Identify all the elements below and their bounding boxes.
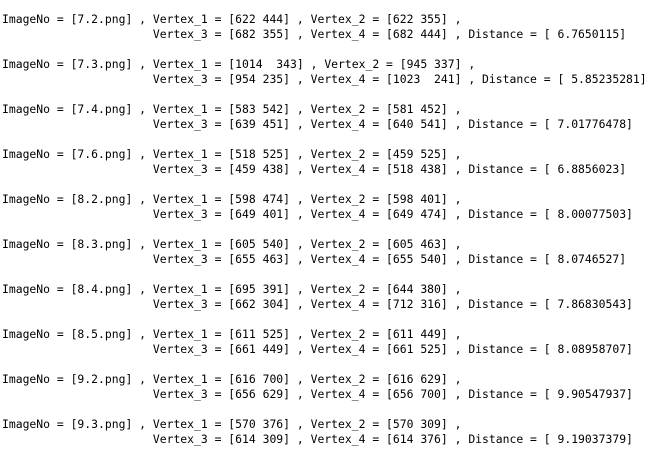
output-line: Vertex_3 = [954 235] , Vertex_4 = [1023 … [2,72,647,86]
output-record: ImageNo = [9.2.png] , Vertex_1 = [616 70… [2,372,662,402]
output-record: ImageNo = [7.2.png] , Vertex_1 = [622 44… [2,12,662,42]
output-line: ImageNo = [7.3.png] , Vertex_1 = [1014 3… [2,57,476,71]
console-output: ImageNo = [7.2.png] , Vertex_1 = [622 44… [0,0,665,449]
output-record: ImageNo = [8.4.png] , Vertex_1 = [695 39… [2,282,662,312]
output-record: ImageNo = [7.4.png] , Vertex_1 = [583 54… [2,102,662,132]
output-record: ImageNo = [8.5.png] , Vertex_1 = [611 52… [2,327,662,357]
output-line: Vertex_3 = [655 463] , Vertex_4 = [655 5… [2,252,627,266]
output-line: ImageNo = [8.5.png] , Vertex_1 = [611 52… [2,327,462,341]
output-line: Vertex_3 = [649 401] , Vertex_4 = [649 4… [2,207,633,221]
output-line: ImageNo = [8.3.png] , Vertex_1 = [605 54… [2,237,462,251]
output-record: ImageNo = [9.3.png] , Vertex_1 = [570 37… [2,417,662,447]
output-line: ImageNo = [9.3.png] , Vertex_1 = [570 37… [2,417,462,431]
output-record: ImageNo = [8.2.png] , Vertex_1 = [598 47… [2,192,662,222]
output-record: ImageNo = [8.3.png] , Vertex_1 = [605 54… [2,237,662,267]
output-line: Vertex_3 = [614 309] , Vertex_4 = [614 3… [2,432,633,446]
output-line: Vertex_3 = [459 438] , Vertex_4 = [518 4… [2,162,627,176]
output-line: ImageNo = [9.2.png] , Vertex_1 = [616 70… [2,372,462,386]
output-line: ImageNo = [7.4.png] , Vertex_1 = [583 54… [2,102,462,116]
output-line: Vertex_3 = [662 304] , Vertex_4 = [712 3… [2,297,633,311]
output-line: Vertex_3 = [639 451] , Vertex_4 = [640 5… [2,117,633,131]
output-line: ImageNo = [7.6.png] , Vertex_1 = [518 52… [2,147,462,161]
output-line: Vertex_3 = [682 355] , Vertex_4 = [682 4… [2,27,627,41]
output-record: ImageNo = [7.3.png] , Vertex_1 = [1014 3… [2,57,662,87]
output-record: ImageNo = [7.6.png] , Vertex_1 = [518 52… [2,147,662,177]
output-line: Vertex_3 = [661 449] , Vertex_4 = [661 5… [2,342,633,356]
output-line: ImageNo = [8.4.png] , Vertex_1 = [695 39… [2,282,462,296]
output-line: ImageNo = [7.2.png] , Vertex_1 = [622 44… [2,12,462,26]
output-line: Vertex_3 = [656 629] , Vertex_4 = [656 7… [2,387,633,401]
output-line: ImageNo = [8.2.png] , Vertex_1 = [598 47… [2,192,462,206]
